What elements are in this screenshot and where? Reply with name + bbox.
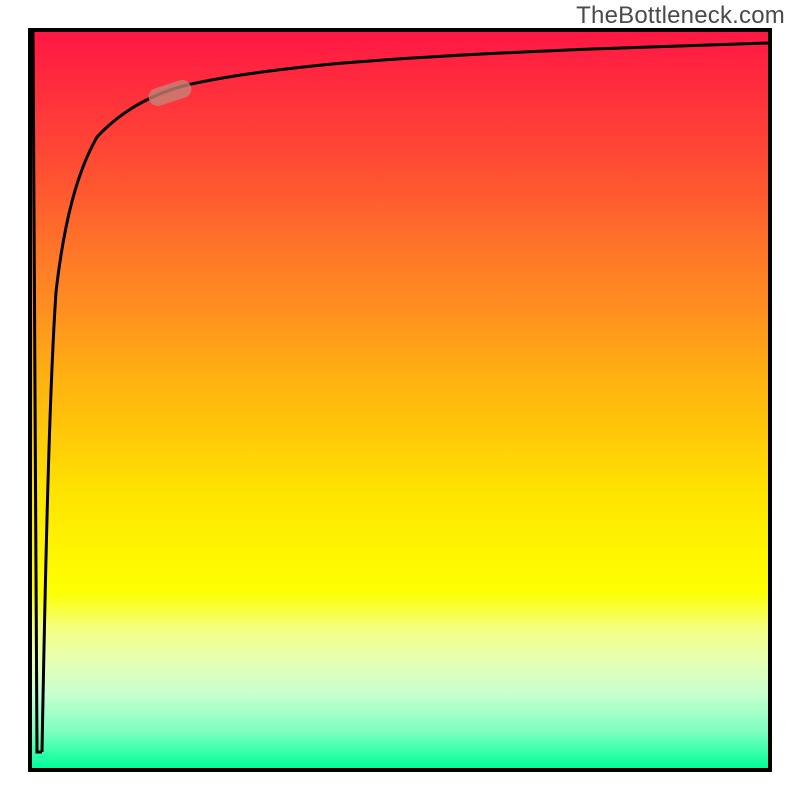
watermark-text: TheBottleneck.com xyxy=(576,2,785,30)
plot-frame xyxy=(28,28,772,772)
chart-canvas: TheBottleneck.com xyxy=(0,0,800,800)
